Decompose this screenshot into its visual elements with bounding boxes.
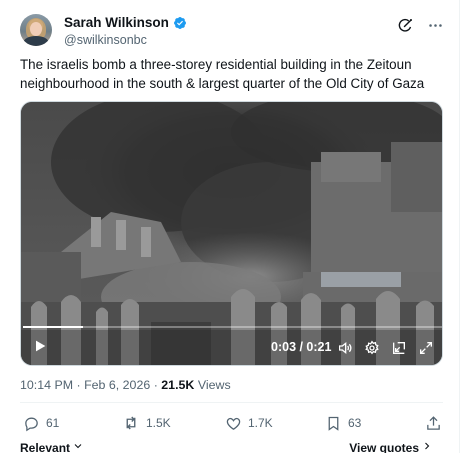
tweet-time[interactable]: 10:14 PM xyxy=(20,378,73,392)
chevron-right-icon xyxy=(421,440,433,453)
video-controls-right xyxy=(336,339,434,356)
play-icon[interactable] xyxy=(31,337,49,355)
bookmark-button[interactable]: 63 xyxy=(324,414,361,432)
divider xyxy=(20,402,443,403)
view-quotes-label: View quotes xyxy=(349,440,419,453)
tweet-meta: 10:14 PM · Feb 6, 2026 · 21.5K Views xyxy=(20,378,231,392)
tweet-date[interactable]: Feb 6, 2026 xyxy=(84,378,150,392)
author-display-name[interactable]: Sarah Wilkinson xyxy=(64,15,169,30)
tweet-card: Sarah Wilkinson @swilkinsonbc The israel… xyxy=(0,0,460,453)
author-handle[interactable]: @swilkinsonbc xyxy=(64,33,147,47)
avatar[interactable] xyxy=(20,14,52,46)
settings-icon[interactable] xyxy=(363,339,380,356)
view-quotes-link[interactable]: View quotes xyxy=(349,440,433,453)
heart-icon xyxy=(224,414,242,432)
reply-count: 61 xyxy=(46,416,60,430)
bookmark-count: 63 xyxy=(348,416,362,430)
meta-separator: · xyxy=(76,378,81,392)
fullscreen-icon[interactable] xyxy=(417,339,434,356)
volume-icon[interactable] xyxy=(336,339,353,356)
sort-replies-dropdown[interactable]: Relevant xyxy=(20,440,84,453)
tweet-actions: 61 1.5K 1.7K 63 xyxy=(20,414,444,434)
views-count: 21.5K xyxy=(161,378,195,392)
grok-icon[interactable] xyxy=(396,16,414,34)
video-time: 0:03 / 0:21 xyxy=(271,340,332,354)
bookmark-icon xyxy=(324,414,342,432)
tweet-text: The israelis bomb a three-storey residen… xyxy=(20,57,425,91)
like-count: 1.7K xyxy=(248,416,273,430)
share-button[interactable] xyxy=(424,414,442,432)
sort-label: Relevant xyxy=(20,440,71,453)
verified-badge-icon[interactable] xyxy=(173,16,187,30)
meta-separator: · xyxy=(153,378,158,392)
header-actions xyxy=(396,16,444,34)
repost-icon xyxy=(122,414,140,432)
share-icon xyxy=(424,414,442,432)
chevron-down-icon xyxy=(72,440,84,453)
reply-icon xyxy=(22,414,40,432)
video-player[interactable]: 0:03 / 0:21 xyxy=(20,101,443,366)
repost-count: 1.5K xyxy=(146,416,171,430)
repost-button[interactable]: 1.5K xyxy=(122,414,171,432)
reply-button[interactable]: 61 xyxy=(22,414,59,432)
picture-in-picture-icon[interactable] xyxy=(390,339,407,356)
tweet-header: Sarah Wilkinson @swilkinsonbc xyxy=(20,14,444,48)
more-icon[interactable] xyxy=(426,16,444,34)
like-button[interactable]: 1.7K xyxy=(224,414,273,432)
author-name-line: Sarah Wilkinson xyxy=(64,15,187,30)
views-label: Views xyxy=(197,378,231,392)
